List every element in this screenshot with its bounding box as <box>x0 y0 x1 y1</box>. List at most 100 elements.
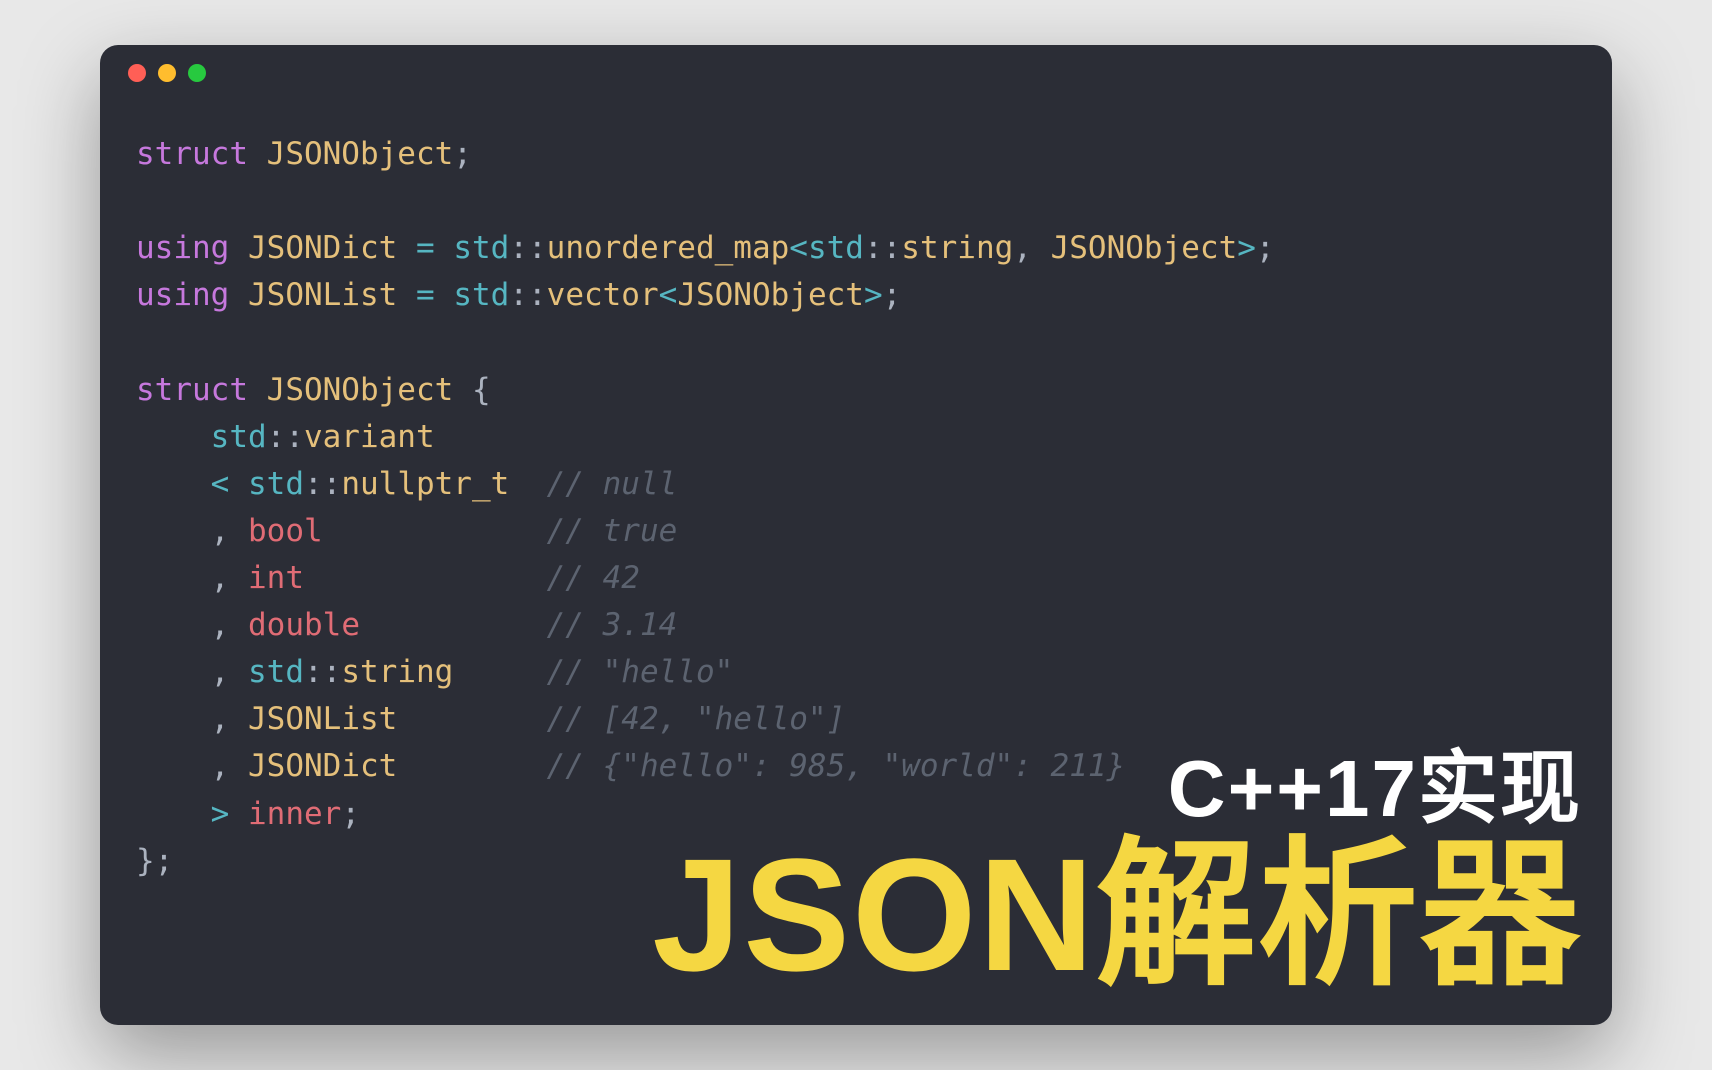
code-window: struct JSONObject; using JSONDict = std:… <box>100 45 1612 1025</box>
code-token: variant <box>304 419 435 455</box>
code-token <box>136 513 211 549</box>
code-token: = <box>416 230 435 266</box>
code-token: JSONList <box>248 277 397 313</box>
code-token: < <box>789 230 808 266</box>
code-token: using <box>136 277 229 313</box>
code-line: , int // 42 <box>136 555 1576 602</box>
code-token: , <box>211 654 230 690</box>
code-token: JSONObject <box>267 136 454 172</box>
close-icon[interactable] <box>128 64 146 82</box>
code-token: // "hello" <box>547 654 734 690</box>
code-token <box>136 419 211 455</box>
code-token: , <box>211 513 230 549</box>
code-token: std <box>211 419 267 455</box>
code-token: :: <box>864 230 901 266</box>
code-token: unordered_map <box>547 230 790 266</box>
code-token: bool <box>248 513 323 549</box>
code-token: std <box>453 277 509 313</box>
code-line: }; <box>136 838 1576 885</box>
code-line: , double // 3.14 <box>136 602 1576 649</box>
code-token: // [42, "hello"] <box>547 701 846 737</box>
code-line <box>136 319 1576 366</box>
code-token <box>323 513 547 549</box>
code-token: { <box>453 372 490 408</box>
maximize-icon[interactable] <box>188 64 206 82</box>
code-token <box>397 230 416 266</box>
code-token <box>136 701 211 737</box>
code-token: std <box>808 230 864 266</box>
code-line: , std::string // "hello" <box>136 649 1576 696</box>
code-token <box>397 277 416 313</box>
code-token <box>229 701 248 737</box>
code-token <box>229 277 248 313</box>
code-line: struct JSONObject { <box>136 367 1576 414</box>
code-token: < <box>659 277 678 313</box>
code-token: // 3.14 <box>547 607 678 643</box>
code-token <box>229 560 248 596</box>
code-token: std <box>248 654 304 690</box>
code-token: JSONDict <box>248 748 397 784</box>
code-token <box>435 230 454 266</box>
code-token: ; <box>1256 230 1275 266</box>
code-token <box>453 654 546 690</box>
code-token: vector <box>547 277 659 313</box>
code-line <box>136 178 1576 225</box>
code-token: > <box>211 796 230 832</box>
code-token <box>229 654 248 690</box>
code-token: :: <box>267 419 304 455</box>
code-token: nullptr_t <box>341 466 509 502</box>
code-token: , <box>211 748 230 784</box>
code-token: JSONObject <box>677 277 864 313</box>
code-token: struct <box>136 372 248 408</box>
code-token: :: <box>509 230 546 266</box>
code-token: int <box>248 560 304 596</box>
code-editor: struct JSONObject; using JSONDict = std:… <box>100 101 1612 921</box>
code-line: , bool // true <box>136 508 1576 555</box>
code-token: // true <box>547 513 678 549</box>
code-token: > <box>864 277 883 313</box>
code-token: string <box>341 654 453 690</box>
code-token: std <box>248 466 304 502</box>
code-token <box>229 748 248 784</box>
code-token <box>397 748 546 784</box>
code-token: , <box>1013 230 1050 266</box>
code-token: > <box>1237 230 1256 266</box>
code-token: JSONObject <box>1051 230 1238 266</box>
code-token: struct <box>136 136 248 172</box>
code-token <box>360 607 547 643</box>
code-token: :: <box>509 277 546 313</box>
code-token: string <box>901 230 1013 266</box>
code-line: struct JSONObject; <box>136 131 1576 178</box>
code-token: // null <box>547 466 678 502</box>
code-token <box>136 607 211 643</box>
window-titlebar <box>100 45 1612 101</box>
code-token: , <box>211 701 230 737</box>
code-token <box>229 607 248 643</box>
code-token: }; <box>136 843 173 879</box>
code-token: , <box>211 560 230 596</box>
code-token <box>509 466 546 502</box>
minimize-icon[interactable] <box>158 64 176 82</box>
code-token: using <box>136 230 229 266</box>
code-token <box>136 796 211 832</box>
code-token <box>435 277 454 313</box>
code-token: :: <box>304 654 341 690</box>
code-line: std::variant <box>136 414 1576 461</box>
code-token: JSONObject <box>267 372 454 408</box>
code-token: < <box>211 466 230 502</box>
code-token: , <box>211 607 230 643</box>
code-token: double <box>248 607 360 643</box>
code-token <box>229 466 248 502</box>
code-token: ; <box>883 277 902 313</box>
code-token: JSONList <box>248 701 397 737</box>
code-line: , JSONDict // {"hello": 985, "world": 21… <box>136 743 1576 790</box>
code-token: std <box>453 230 509 266</box>
code-token <box>136 748 211 784</box>
code-token <box>397 701 546 737</box>
code-token <box>136 560 211 596</box>
code-token: // 42 <box>547 560 640 596</box>
code-token <box>229 230 248 266</box>
code-token <box>229 513 248 549</box>
code-token <box>248 136 267 172</box>
code-line: using JSONDict = std::unordered_map<std:… <box>136 225 1576 272</box>
